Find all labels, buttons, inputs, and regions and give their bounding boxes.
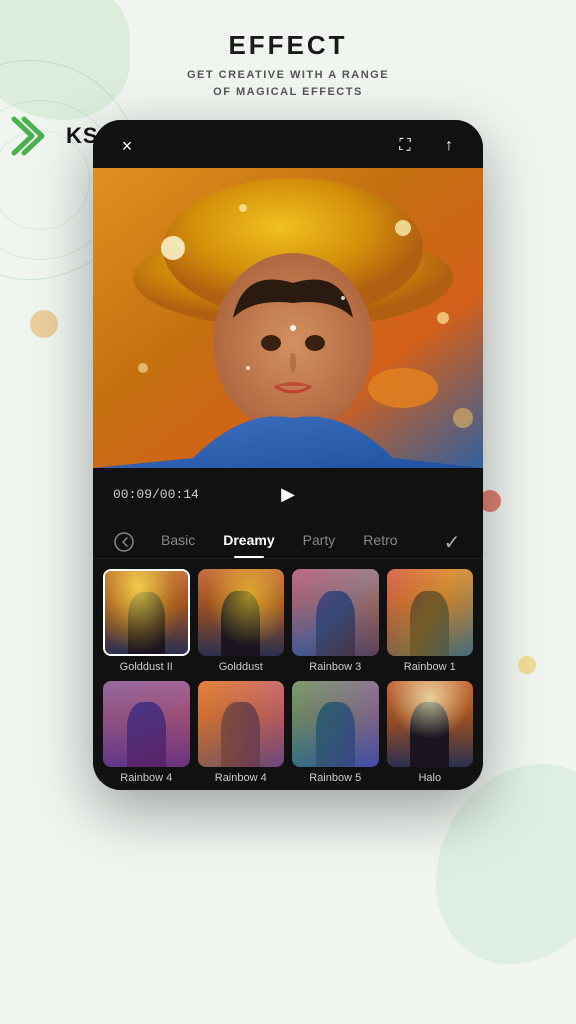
photo-svg [93, 168, 483, 468]
tab-back-button[interactable] [109, 527, 139, 557]
effect-rainbow1[interactable]: Rainbow 1 [387, 569, 474, 673]
confirm-button[interactable]: ✓ [437, 527, 467, 557]
effect-label-rainbow1: Rainbow 1 [404, 661, 456, 673]
effect-rainbow4b[interactable]: Rainbow 4 [198, 681, 285, 785]
watermark-icon [10, 115, 62, 157]
effect-rainbow3[interactable]: Rainbow 3 [292, 569, 379, 673]
effect-golddust-ii[interactable]: Golddust II [103, 569, 190, 673]
bg-dot-orange [30, 310, 58, 338]
effect-rainbow4a[interactable]: Rainbow 4 [103, 681, 190, 785]
expand-button[interactable]: ⛶ [391, 132, 419, 160]
phone-mockup: × ⛶ ↑ [93, 120, 483, 790]
phone-topbar: × ⛶ ↑ [93, 120, 483, 168]
effect-thumb-rainbow5 [292, 681, 379, 768]
effect-thumb-halo [387, 681, 474, 768]
effect-thumb-rainbow4a [103, 681, 190, 768]
header: EFFECT GET CREATIVE WITH A RANGE OF MAGI… [0, 0, 576, 110]
effect-label-rainbow3: Rainbow 3 [309, 661, 361, 673]
tab-retro[interactable]: Retro [349, 526, 411, 558]
effect-golddust[interactable]: Golddust [198, 569, 285, 673]
back-icon [113, 531, 135, 553]
effect-label-halo: Halo [418, 772, 441, 784]
effect-label-rainbow4a: Rainbow 4 [120, 772, 172, 784]
bg-blob-bottom [436, 764, 576, 964]
effect-label-golddust: Golddust [219, 661, 263, 673]
tab-party[interactable]: Party [289, 526, 350, 558]
effect-label-rainbow4b: Rainbow 4 [215, 772, 267, 784]
effect-label-golddust-ii: Golddust II [120, 661, 173, 673]
share-button[interactable]: ↑ [435, 132, 463, 160]
effect-thumb-rainbow4b [198, 681, 285, 768]
effect-thumb-golddust-ii [103, 569, 190, 656]
effect-halo[interactable]: Halo [387, 681, 474, 785]
watermark: KSAPK [10, 115, 148, 157]
page-title: EFFECT [0, 30, 576, 61]
effects-grid: Golddust II Golddust Rainbow 3 [93, 559, 483, 790]
time-display: 00:09/00:14 [113, 487, 272, 502]
effect-thumb-rainbow3 [292, 569, 379, 656]
watermark-brand: KSAPK [66, 123, 148, 149]
play-button[interactable]: ▶ [272, 478, 304, 510]
page-subtitle: GET CREATIVE WITH A RANGE OF MAGICAL EFF… [0, 67, 576, 100]
tab-basic[interactable]: Basic [147, 526, 209, 558]
effect-rainbow5[interactable]: Rainbow 5 [292, 681, 379, 785]
effect-thumb-rainbow1 [387, 569, 474, 656]
effect-tabs: Basic Dreamy Party Retro ✓ [93, 520, 483, 559]
photo-preview [93, 168, 483, 468]
playback-bar: 00:09/00:14 ▶ [93, 468, 483, 520]
effect-label-rainbow5: Rainbow 5 [309, 772, 361, 784]
topbar-icons: ⛶ ↑ [391, 132, 463, 160]
bg-dot-yellow [518, 656, 536, 674]
tab-dreamy[interactable]: Dreamy [209, 526, 288, 558]
effect-thumb-golddust [198, 569, 285, 656]
